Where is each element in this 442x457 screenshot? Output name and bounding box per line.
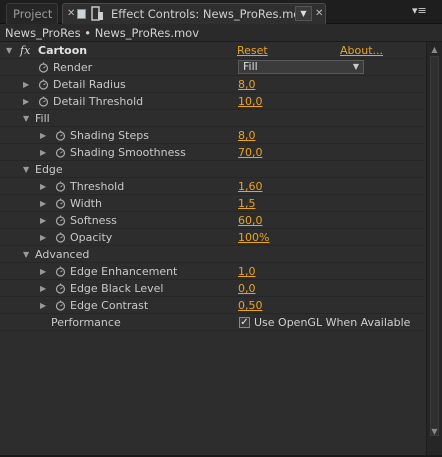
group-label: Fill	[35, 112, 50, 125]
stopwatch-icon[interactable]	[55, 198, 66, 209]
lock-icon[interactable]	[90, 4, 104, 22]
property-label: Softness	[70, 214, 117, 227]
stopwatch-icon[interactable]	[55, 266, 66, 277]
opacity-value[interactable]: 100%	[238, 229, 269, 246]
property-row-width: ▶ Width 1,5	[0, 195, 424, 212]
expand-triangle-icon[interactable]: ▶	[40, 229, 50, 246]
panel-tab-bar: Project ✕ Effect Controls: News_ProRes.m…	[0, 0, 442, 24]
property-label: Shading Smoothness	[70, 146, 186, 159]
property-row-threshold: ▶ Threshold 1,60	[0, 178, 424, 195]
property-row-shading-smoothness: ▶ Shading Smoothness 70,0	[0, 144, 424, 161]
stopwatch-icon[interactable]	[55, 232, 66, 243]
property-row-softness: ▶ Softness 60,0	[0, 212, 424, 229]
property-row-edge-black-level: ▶ Edge Black Level 0,0	[0, 280, 424, 297]
property-label: Edge Contrast	[70, 299, 149, 312]
property-label: Render	[53, 61, 93, 74]
expand-triangle-icon[interactable]: ▼	[23, 110, 33, 127]
group-label: Advanced	[35, 248, 90, 261]
expand-triangle-icon[interactable]: ▶	[40, 178, 50, 195]
expand-triangle-icon[interactable]: ▶	[40, 212, 50, 229]
effect-name: Cartoon	[38, 44, 88, 57]
stopwatch-icon[interactable]	[55, 181, 66, 192]
property-row-performance: Performance ✓ Use OpenGL When Available	[0, 314, 424, 331]
stopwatch-icon[interactable]	[38, 62, 49, 73]
stopwatch-icon[interactable]	[55, 300, 66, 311]
group-row-fill[interactable]: ▼ Fill	[0, 110, 424, 127]
property-label: Shading Steps	[70, 129, 149, 142]
expand-triangle-icon[interactable]: ▶	[23, 76, 33, 93]
opengl-checkbox[interactable]: ✓	[239, 317, 250, 328]
width-value[interactable]: 1,5	[238, 195, 256, 212]
detail-threshold-value[interactable]: 10,0	[238, 93, 263, 110]
fx-icon[interactable]: fx	[20, 42, 30, 59]
property-row-shading-steps: ▶ Shading Steps 8,0	[0, 127, 424, 144]
property-row-detail-threshold: ▶ Detail Threshold 10,0	[0, 93, 424, 110]
expand-triangle-icon[interactable]: ▼	[6, 42, 16, 59]
detail-radius-value[interactable]: 8,0	[238, 76, 256, 93]
property-label: Threshold	[70, 180, 125, 193]
group-label: Edge	[35, 163, 63, 176]
expand-triangle-icon[interactable]: ▶	[40, 263, 50, 280]
close-tab-icon[interactable]: ✕	[315, 4, 323, 24]
property-label: Edge Enhancement	[70, 265, 178, 278]
edge-enhancement-value[interactable]: 1,0	[238, 263, 256, 280]
stopwatch-icon[interactable]	[55, 283, 66, 294]
scroll-up-icon[interactable]: ▲	[429, 44, 440, 55]
stopwatch-icon[interactable]	[38, 79, 49, 90]
edge-contrast-value[interactable]: 0,50	[238, 297, 263, 314]
threshold-value[interactable]: 1,60	[238, 178, 263, 195]
stopwatch-icon[interactable]	[55, 215, 66, 226]
property-row-edge-contrast: ▶ Edge Contrast 0,50	[0, 297, 424, 314]
group-row-edge[interactable]: ▼ Edge	[0, 161, 424, 178]
panel-menu-icon[interactable]: ▾≡	[412, 4, 432, 18]
stopwatch-icon[interactable]	[55, 130, 66, 141]
reset-button[interactable]: Reset	[237, 42, 268, 59]
stopwatch-icon[interactable]	[55, 147, 66, 158]
property-label: Width	[70, 197, 102, 210]
shading-steps-value[interactable]: 8,0	[238, 127, 256, 144]
chevron-down-icon: ▼	[352, 62, 359, 71]
edge-black-level-value[interactable]: 0,0	[238, 280, 256, 297]
expand-triangle-icon[interactable]: ▶	[40, 144, 50, 161]
expand-triangle-icon[interactable]: ▶	[23, 93, 33, 110]
tab-effect-controls[interactable]: ✕ Effect Controls: News_ProRes.mov ▼ ✕	[62, 3, 326, 24]
tab-project[interactable]: Project	[6, 3, 58, 24]
opengl-checkbox-label[interactable]: Use OpenGL When Available	[254, 314, 410, 331]
close-icon[interactable]: ✕	[67, 4, 75, 24]
breadcrumb: News_ProRes • News_ProRes.mov	[0, 24, 442, 42]
vertical-scrollbar[interactable]: ▲ ▼	[426, 42, 442, 457]
expand-triangle-icon[interactable]: ▼	[23, 246, 33, 263]
render-select[interactable]: Fill ▼	[238, 60, 364, 74]
scrollbar-thumb[interactable]	[430, 56, 439, 436]
softness-value[interactable]: 60,0	[238, 212, 263, 229]
property-label: Opacity	[70, 231, 113, 244]
property-label: Edge Black Level	[70, 282, 164, 295]
render-select-value: Fill	[243, 60, 258, 73]
chevron-down-icon[interactable]: ▼	[295, 6, 312, 21]
tab-title: Effect Controls: News_ProRes.mov	[111, 7, 308, 21]
effect-header-row[interactable]: ▼ fx Cartoon Reset About...	[0, 42, 424, 59]
property-label: Performance	[51, 316, 121, 329]
expand-triangle-icon[interactable]: ▶	[40, 127, 50, 144]
group-row-advanced[interactable]: ▼ Advanced	[0, 246, 424, 263]
expand-triangle-icon[interactable]: ▶	[40, 297, 50, 314]
scroll-down-icon[interactable]: ▼	[429, 426, 440, 437]
layer-color-swatch-icon	[77, 9, 86, 19]
property-row-detail-radius: ▶ Detail Radius 8,0	[0, 76, 424, 93]
property-label: Detail Threshold	[53, 95, 144, 108]
about-button[interactable]: About...	[340, 42, 383, 59]
shading-smoothness-value[interactable]: 70,0	[238, 144, 263, 161]
stopwatch-icon[interactable]	[38, 96, 49, 107]
property-row-edge-enhancement: ▶ Edge Enhancement 1,0	[0, 263, 424, 280]
expand-triangle-icon[interactable]: ▼	[23, 161, 33, 178]
effect-controls-list: ▼ fx Cartoon Reset About... Render Fill …	[0, 42, 424, 331]
expand-triangle-icon[interactable]: ▶	[40, 195, 50, 212]
property-row-opacity: ▶ Opacity 100%	[0, 229, 424, 246]
property-row-render: Render Fill ▼	[0, 59, 424, 76]
property-label: Detail Radius	[53, 78, 126, 91]
expand-triangle-icon[interactable]: ▶	[40, 280, 50, 297]
